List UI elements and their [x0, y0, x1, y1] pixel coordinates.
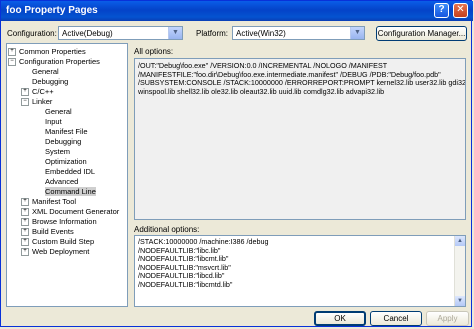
title-bar[interactable]: foo Property Pages ? ✕	[1, 1, 473, 21]
chevron-down-icon: ▼	[168, 27, 182, 39]
tree-item-manifest-tool[interactable]: + Manifest Tool	[21, 197, 76, 207]
platform-label: Platform:	[196, 29, 229, 38]
tree-item-custom-build-step[interactable]: + Custom Build Step	[21, 237, 94, 247]
expand-icon[interactable]: +	[21, 218, 29, 227]
expand-icon[interactable]: +	[21, 88, 29, 97]
configuration-manager-button[interactable]: Configuration Manager...	[376, 26, 467, 41]
tree-item-debugging[interactable]: Debugging	[32, 77, 68, 87]
expand-icon[interactable]: +	[21, 198, 29, 207]
tree-item-linker-debugging[interactable]: Debugging	[45, 137, 81, 147]
tree-item-general[interactable]: General	[32, 67, 59, 77]
expand-icon[interactable]: +	[8, 48, 16, 57]
scroll-down-icon[interactable]: ▼	[455, 296, 465, 306]
tree-item-linker-system[interactable]: System	[45, 147, 70, 157]
tree-item-linker-input[interactable]: Input	[45, 117, 62, 127]
expand-icon[interactable]: +	[21, 208, 29, 217]
cancel-button[interactable]: Cancel	[370, 311, 422, 326]
property-pages-dialog: foo Property Pages ? ✕ Configuration: Ac…	[0, 0, 473, 327]
tree-item-linker-optimization[interactable]: Optimization	[45, 157, 87, 167]
close-icon[interactable]: ✕	[453, 3, 468, 18]
tree-item-xml-document-generator[interactable]: + XML Document Generator	[21, 207, 119, 217]
expand-icon[interactable]: +	[21, 228, 29, 237]
all-options-textbox[interactable]: /OUT:"Debug\foo.exe" /VERSION:0.0 /INCRE…	[134, 58, 466, 220]
scroll-up-icon[interactable]: ▲	[455, 236, 465, 246]
all-options-label: All options:	[134, 47, 174, 56]
tree-item-linker-advanced[interactable]: Advanced	[45, 177, 78, 187]
window-title: foo Property Pages	[6, 5, 98, 16]
expand-icon[interactable]: +	[21, 248, 29, 257]
platform-dropdown[interactable]: Active(Win32) ▼	[232, 26, 365, 40]
all-options-line: winspool.lib shell32.lib ole32.lib oleau…	[138, 86, 385, 96]
additional-options-textbox[interactable]: /STACK:10000000 /machine:I386 /debug /NO…	[134, 235, 466, 307]
help-icon[interactable]: ?	[434, 3, 449, 18]
platform-value: Active(Win32)	[236, 29, 286, 38]
additional-options-scrollbar[interactable]: ▲ ▼	[454, 236, 465, 306]
ok-button[interactable]: OK	[314, 311, 366, 326]
tree-item-cpp[interactable]: + C/C++	[21, 87, 54, 97]
configuration-dropdown[interactable]: Active(Debug) ▼	[58, 26, 183, 40]
settings-tree[interactable]: + Common Properties − Configuration Proper…	[6, 43, 128, 307]
tree-item-linker-command-line[interactable]: Command Line	[45, 187, 96, 197]
tree-item-browse-information[interactable]: + Browse Information	[21, 217, 97, 227]
apply-button[interactable]: Apply	[426, 311, 469, 326]
tree-item-common-properties[interactable]: + Common Properties	[8, 47, 86, 57]
expand-icon[interactable]: +	[21, 238, 29, 247]
additional-options-line: /NODEFAULTLIB:"libcmtd.lib"	[138, 279, 233, 289]
tree-item-linker-general[interactable]: General	[45, 107, 72, 117]
tree-item-configuration-properties[interactable]: − Configuration Properties	[8, 57, 100, 67]
tree-item-linker-manifest-file[interactable]: Manifest File	[45, 127, 88, 137]
collapse-icon[interactable]: −	[8, 58, 16, 67]
additional-options-label: Additional options:	[134, 225, 200, 234]
tree-item-web-deployment[interactable]: + Web Deployment	[21, 247, 89, 257]
tree-item-linker[interactable]: − Linker	[21, 97, 52, 107]
collapse-icon[interactable]: −	[21, 98, 29, 107]
configuration-label: Configuration:	[7, 29, 57, 38]
tree-item-build-events[interactable]: + Build Events	[21, 227, 74, 237]
tree-item-linker-embedded-idl[interactable]: Embedded IDL	[45, 167, 95, 177]
configuration-value: Active(Debug)	[62, 29, 113, 38]
chevron-down-icon: ▼	[350, 27, 364, 39]
